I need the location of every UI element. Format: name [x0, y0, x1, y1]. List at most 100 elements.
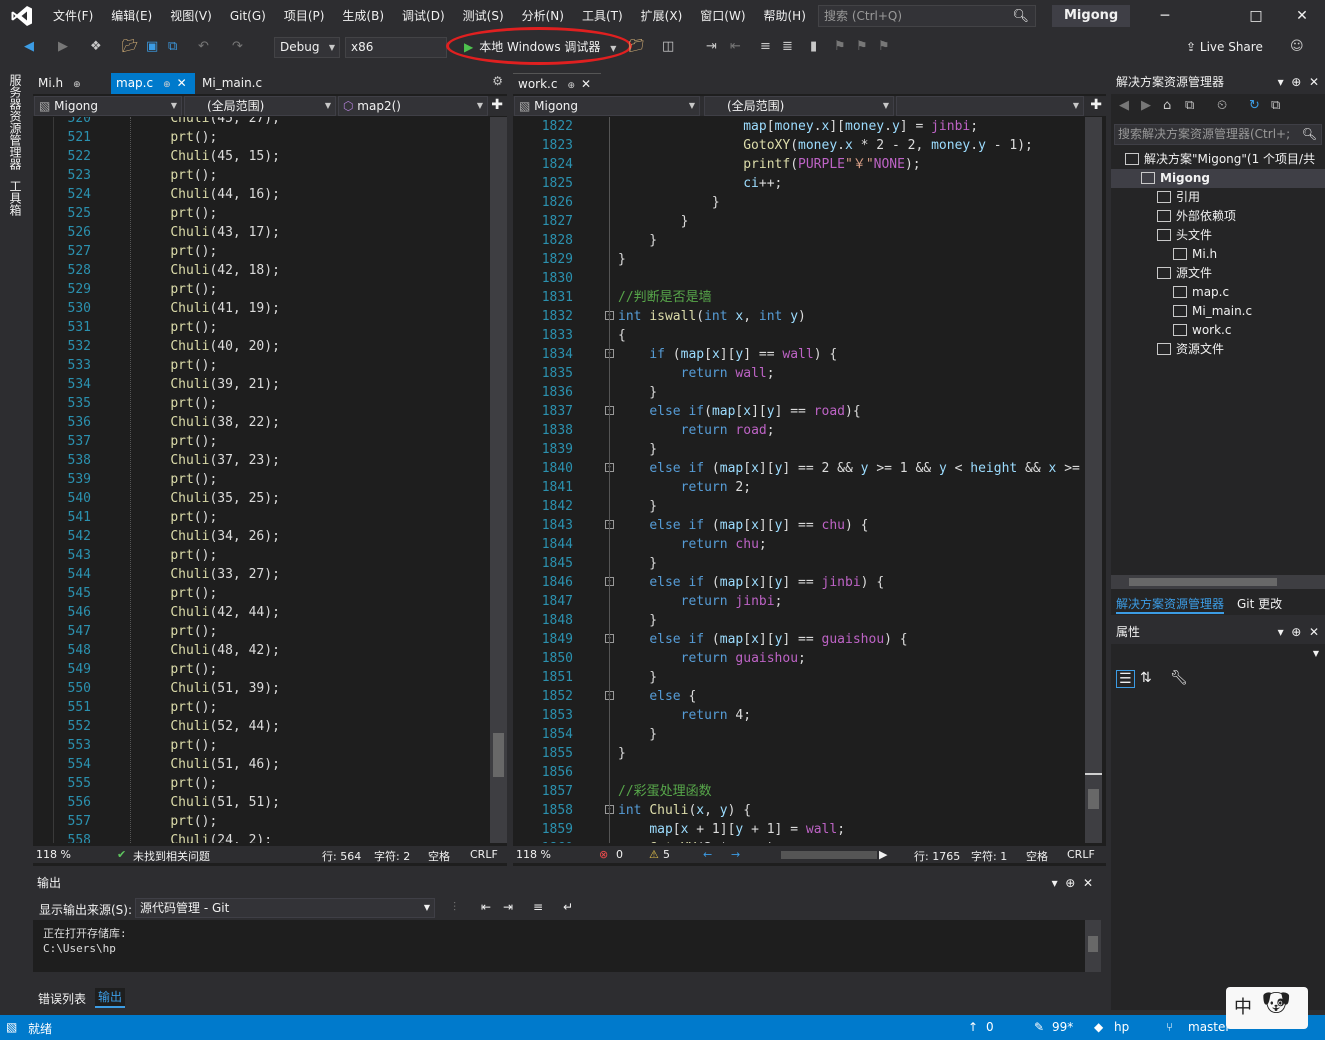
menu-item[interactable]: 工具(T)	[573, 0, 632, 32]
uncomment-icon[interactable]: ≣	[782, 37, 793, 57]
zoom-level[interactable]: 118 %	[516, 848, 551, 861]
close-tab-icon[interactable]: ✕	[581, 77, 591, 91]
code-line[interactable]: 1827 }	[513, 212, 1085, 231]
scroll-thumb[interactable]	[1088, 936, 1098, 952]
code-line[interactable]: 558 Chuli(24, 2);	[33, 831, 490, 843]
col-indicator[interactable]: 字符: 2	[374, 848, 410, 864]
scope-select[interactable]: (全局范围) ▼	[184, 96, 336, 116]
code-line[interactable]: 552 Chuli(52, 44);	[33, 717, 490, 736]
zoom-level[interactable]: 118 %	[36, 848, 71, 861]
new-project-icon[interactable]: ❖	[90, 37, 102, 57]
code-line[interactable]: 1860 GotoXY(2 * x, y);	[513, 839, 1085, 843]
code-line[interactable]: 1832 int iswall(int x, int y)	[513, 307, 1085, 326]
code-line[interactable]: 557 prt();	[33, 812, 490, 831]
issues-status[interactable]: 未找到相关问题	[133, 848, 210, 864]
scroll-thumb[interactable]	[493, 733, 504, 777]
tab-work-c[interactable]: work.c ⊕ ✕	[513, 73, 601, 94]
member-select[interactable]: ⬡ map2() ▼	[338, 96, 488, 116]
output-text-area[interactable]: 正在打开存储库: C:\Users\hp	[33, 920, 1085, 972]
next-issue-arrow-icon[interactable]: →	[731, 848, 740, 861]
tab-map-c[interactable]: map.c ⊕ ✕	[111, 73, 195, 94]
code-line[interactable]: 1847 return jinbi;	[513, 592, 1085, 611]
browse-folder-icon[interactable]: 📁︎	[628, 37, 645, 57]
member-select[interactable]: ▼	[896, 96, 1084, 116]
right-vertical-scrollbar[interactable]	[1085, 117, 1102, 843]
code-line[interactable]: 533 prt();	[33, 356, 490, 375]
tree-item[interactable]: 解决方案"Migong"(1 个项目/共	[1125, 150, 1315, 169]
tab-git-changes[interactable]: Git 更改	[1237, 595, 1282, 612]
scroll-thumb[interactable]	[1129, 578, 1277, 586]
code-line[interactable]: 550 Chuli(51, 39);	[33, 679, 490, 698]
prev-message-icon[interactable]: ⇤	[481, 900, 491, 914]
tree-item[interactable]: Mi_main.c	[1173, 302, 1252, 321]
switch-views-icon[interactable]: ⧉	[1185, 98, 1194, 113]
prev-bookmark-icon[interactable]: ⚑	[834, 37, 846, 57]
code-line[interactable]: 1855}	[513, 744, 1085, 763]
tab-solution-explorer[interactable]: 解决方案资源管理器	[1116, 595, 1225, 614]
close-window-button[interactable]: ✕	[1279, 0, 1325, 32]
code-line[interactable]: 526 Chuli(43, 17);	[33, 223, 490, 242]
code-line[interactable]: 1825 ci++;	[513, 174, 1085, 193]
code-line[interactable]: 1835 return wall;	[513, 364, 1085, 383]
code-line[interactable]: 1830	[513, 269, 1085, 288]
code-line[interactable]: 544 Chuli(33, 27);	[33, 565, 490, 584]
col-indicator[interactable]: 字符: 1	[971, 848, 1007, 864]
code-line[interactable]: 1829}	[513, 250, 1085, 269]
diagnostic-icon[interactable]: ◫	[662, 37, 674, 57]
close-panel-icon[interactable]: ✕	[1309, 625, 1319, 639]
tree-item[interactable]: 引用	[1157, 188, 1200, 207]
code-line[interactable]: 1852 else {	[513, 687, 1085, 706]
pending-changes-icon[interactable]: ⏲	[1217, 98, 1227, 113]
code-line[interactable]: 1850 return guaishou;	[513, 649, 1085, 668]
redo-icon[interactable]: ↷	[232, 37, 243, 57]
home-icon[interactable]: ⌂	[1163, 98, 1171, 113]
code-line[interactable]: 532 Chuli(40, 20);	[33, 337, 490, 356]
server-explorer-tab[interactable]: 服务器资源管理器	[7, 74, 24, 170]
code-line[interactable]: 1824 printf(PURPLE"￥"NONE);	[513, 155, 1085, 174]
repo-name[interactable]: hp	[1114, 1020, 1129, 1034]
code-line[interactable]: 1851 }	[513, 668, 1085, 687]
code-line[interactable]: 551 prt();	[33, 698, 490, 717]
tree-item[interactable]: Mi.h	[1173, 245, 1217, 264]
code-line[interactable]: 541 prt();	[33, 508, 490, 527]
tree-item[interactable]: 头文件	[1157, 226, 1212, 245]
code-line[interactable]: 1828 }	[513, 231, 1085, 250]
tree-item[interactable]: work.c	[1173, 321, 1231, 340]
output-vertical-scrollbar[interactable]	[1085, 920, 1101, 972]
configuration-select[interactable]: Debug ▼	[274, 37, 340, 58]
pin-icon[interactable]: ⊕	[163, 80, 171, 90]
dropdown-icon[interactable]: ▾	[1052, 876, 1058, 890]
code-line[interactable]: 1834 if (map[x][y] == wall) {	[513, 345, 1085, 364]
code-line[interactable]: 1840 else if (map[x][y] == 2 && y >= 1 &…	[513, 459, 1085, 478]
menu-item[interactable]: 帮助(H)	[755, 0, 815, 32]
project-select[interactable]: ▧ Migong ▼	[34, 96, 182, 116]
code-line[interactable]: 538 Chuli(37, 23);	[33, 451, 490, 470]
output-source-select[interactable]: 源代码管理 - Git ▼	[135, 898, 435, 918]
go-to-error-icon[interactable]: ⫶	[453, 900, 456, 915]
dropdown-icon[interactable]: ▾	[1278, 625, 1284, 639]
code-line[interactable]: 1841 return 2;	[513, 478, 1085, 497]
tree-item[interactable]: Migong	[1111, 169, 1325, 188]
menu-item[interactable]: 文件(F)	[44, 0, 102, 32]
feedback-icon[interactable]: ☺	[1290, 37, 1304, 57]
code-editor-left[interactable]: 520 Chuli(45, 27); 521 prt(); 522 Chuli(45…	[33, 117, 490, 843]
search-input[interactable]: 搜索 (Ctrl+Q) 🔍︎	[818, 5, 1036, 27]
code-line[interactable]: 1826 }	[513, 193, 1085, 212]
step-over-icon[interactable]: ⇤	[730, 37, 741, 57]
project-select[interactable]: ▧ Migong ▼	[514, 96, 700, 116]
code-line[interactable]: 537 prt();	[33, 432, 490, 451]
maximize-button[interactable]: □	[1233, 0, 1279, 32]
code-line[interactable]: 1845 }	[513, 554, 1085, 573]
tab-output[interactable]: 输出	[95, 988, 126, 1008]
unpushed-count[interactable]: 0	[986, 1020, 994, 1034]
code-line[interactable]: 549 prt();	[33, 660, 490, 679]
left-vertical-scrollbar[interactable]	[490, 117, 507, 843]
menu-item[interactable]: 调试(D)	[393, 0, 454, 32]
branch-name[interactable]: master	[1188, 1020, 1230, 1034]
pin-icon[interactable]: ⊕	[1065, 876, 1075, 890]
code-line[interactable]: 1856	[513, 763, 1085, 782]
tab-overflow-gear-icon[interactable]: ⚙	[492, 74, 503, 88]
code-line[interactable]: 1836 }	[513, 383, 1085, 402]
tab-mi-main-c[interactable]: Mi_main.c	[197, 73, 307, 94]
code-line[interactable]: 554 Chuli(51, 46);	[33, 755, 490, 774]
